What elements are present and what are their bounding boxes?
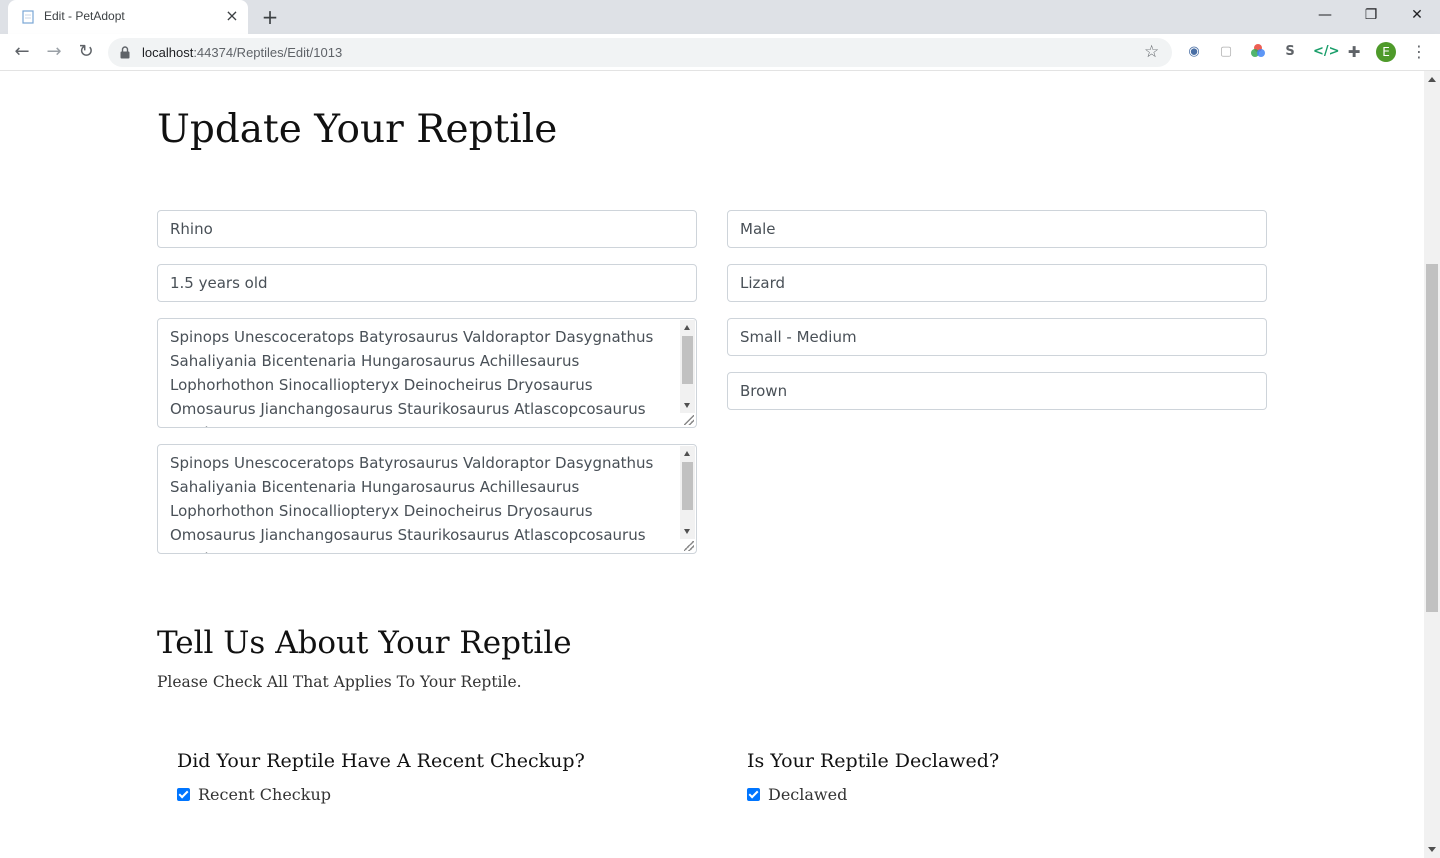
age-input[interactable]: 1.5 years old	[157, 264, 697, 302]
species-input[interactable]: Lizard	[727, 264, 1267, 302]
document-icon	[22, 10, 34, 24]
scroll-down-icon[interactable]	[684, 529, 690, 534]
restore-icon[interactable]: ❐	[1348, 0, 1394, 30]
description-text: Spinops Unescoceratops Batyrosaurus Vald…	[170, 328, 654, 427]
personality-text: Spinops Unescoceratops Batyrosaurus Vald…	[170, 454, 654, 553]
close-window-icon[interactable]: ✕	[1394, 0, 1440, 30]
scroll-up-icon[interactable]	[684, 451, 690, 456]
section-subtitle: Please Check All That Applies To Your Re…	[157, 673, 522, 691]
page-viewport: Update Your Reptile Rhino Male 1.5 years…	[0, 71, 1424, 858]
lock-icon	[120, 46, 130, 59]
menu-icon[interactable]: ⋮	[1410, 43, 1428, 61]
back-icon[interactable]: ←	[10, 40, 34, 64]
declawed-question: Is Your Reptile Declawed?	[747, 750, 1000, 772]
url-text: localhost:44374/Reptiles/Edit/1013	[142, 45, 343, 60]
textarea-scrollbar[interactable]	[680, 320, 695, 413]
tab-title: Edit - PetAdopt	[44, 9, 125, 23]
avatar[interactable]: E	[1376, 42, 1396, 62]
color-input[interactable]: Brown	[727, 372, 1267, 410]
translate-icon[interactable]: ◉	[1185, 43, 1203, 61]
puzzle-icon[interactable]: ✚	[1345, 43, 1363, 61]
textarea-scrollbar[interactable]	[680, 446, 695, 539]
frame-icon[interactable]: ▢	[1217, 43, 1235, 61]
checkup-question: Did Your Reptile Have A Recent Checkup?	[177, 750, 585, 772]
recent-checkup-label[interactable]: Recent Checkup	[198, 785, 331, 804]
forward-icon[interactable]: →	[42, 40, 66, 64]
s-icon[interactable]: S	[1281, 43, 1299, 61]
gender-input[interactable]: Male	[727, 210, 1267, 248]
resize-handle[interactable]	[684, 415, 694, 425]
recent-checkup-checkbox-row[interactable]: Recent Checkup	[177, 785, 331, 804]
scroll-thumb[interactable]	[682, 336, 693, 384]
bookmark-star-icon[interactable]: ☆	[1144, 42, 1159, 62]
declawed-checkbox-row[interactable]: Declawed	[747, 785, 847, 804]
page-scrollbar[interactable]	[1424, 71, 1440, 858]
scroll-down-icon[interactable]	[1428, 847, 1436, 852]
tab-strip: Edit - PetAdopt × + — ❐ ✕	[0, 0, 1440, 34]
minimize-icon[interactable]: —	[1302, 0, 1348, 30]
color-wheel-icon[interactable]	[1249, 43, 1267, 61]
scroll-up-icon[interactable]	[684, 325, 690, 330]
new-tab-icon[interactable]: +	[258, 6, 282, 28]
reload-icon[interactable]: ↻	[74, 40, 98, 64]
scroll-thumb[interactable]	[1426, 264, 1438, 612]
browser-toolbar: ← → ↻ localhost:44374/Reptiles/Edit/1013…	[0, 34, 1440, 71]
declawed-checkbox[interactable]	[747, 788, 760, 801]
recent-checkup-checkbox[interactable]	[177, 788, 190, 801]
section-title: Tell Us About Your Reptile	[157, 625, 572, 661]
scroll-up-icon[interactable]	[1428, 77, 1436, 82]
close-tab-icon[interactable]: ×	[224, 8, 240, 24]
scroll-down-icon[interactable]	[684, 403, 690, 408]
code-icon[interactable]: </>	[1313, 43, 1340, 61]
personality-textarea[interactable]: Spinops Unescoceratops Batyrosaurus Vald…	[157, 444, 697, 554]
size-input[interactable]: Small - Medium	[727, 318, 1267, 356]
description-textarea[interactable]: Spinops Unescoceratops Batyrosaurus Vald…	[157, 318, 697, 428]
name-input[interactable]: Rhino	[157, 210, 697, 248]
resize-handle[interactable]	[684, 541, 694, 551]
page-title: Update Your Reptile	[157, 107, 558, 152]
scroll-thumb[interactable]	[682, 462, 693, 510]
declawed-label[interactable]: Declawed	[768, 785, 847, 804]
address-bar[interactable]: localhost:44374/Reptiles/Edit/1013 ☆	[108, 38, 1172, 67]
browser-tab[interactable]: Edit - PetAdopt ×	[8, 0, 248, 34]
